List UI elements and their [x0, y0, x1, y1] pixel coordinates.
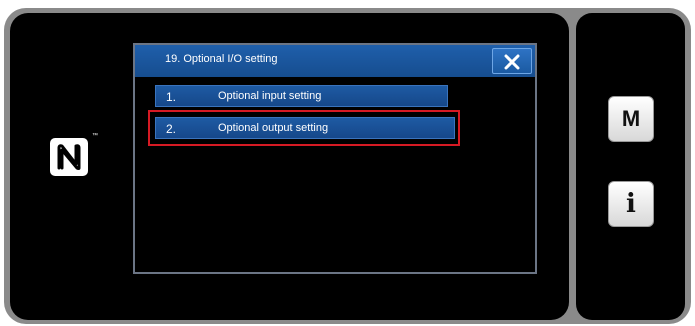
selection-highlight: [148, 110, 460, 146]
close-button[interactable]: [492, 48, 532, 74]
item-label: Optional input setting: [218, 90, 322, 102]
side-panel: [576, 13, 685, 320]
dialog-titlebar: 19. Optional I/O setting: [135, 45, 535, 77]
dialog-title: 19. Optional I/O setting: [165, 53, 278, 65]
optional-input-setting-button[interactable]: 1. Optional input setting: [155, 85, 448, 107]
optional-io-dialog: 19. Optional I/O setting 1. Optional inp…: [133, 43, 537, 274]
menu-button[interactable]: M: [608, 96, 654, 142]
item-number: 1.: [166, 90, 177, 104]
nfc-trademark: ™: [92, 133, 98, 139]
close-icon: [504, 54, 520, 70]
nfc-icon: [50, 138, 88, 176]
info-button[interactable]: i: [608, 181, 654, 227]
